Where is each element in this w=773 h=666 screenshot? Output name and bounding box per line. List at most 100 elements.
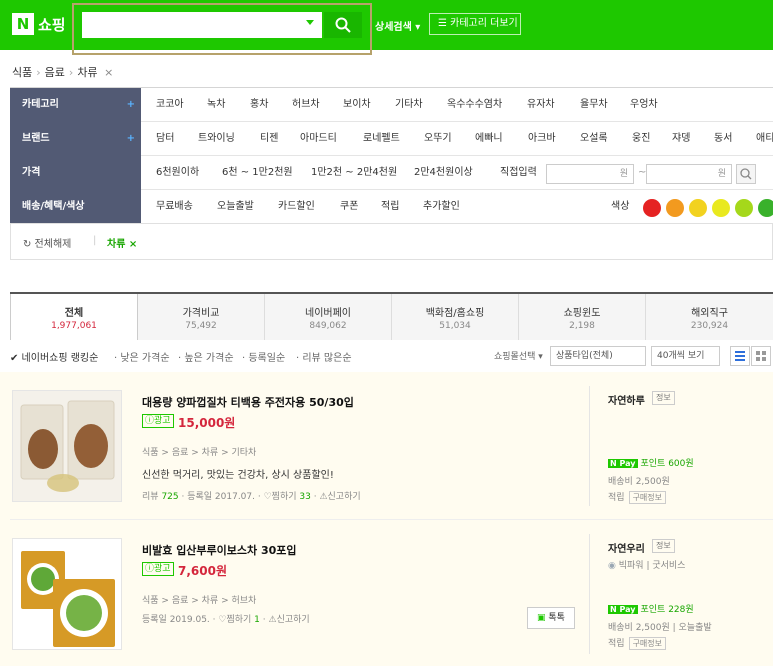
breadcrumb-item[interactable]: 차류	[77, 66, 97, 79]
filter-option[interactable]: 1만2천 ~ 2만4천원	[311, 156, 397, 190]
filter-option[interactable]: 동서	[714, 122, 732, 156]
sort-review[interactable]: · 리뷰 많은순	[296, 349, 352, 364]
filter-option[interactable]: 홍차	[250, 88, 268, 122]
report-icon[interactable]: ⚠	[319, 492, 327, 502]
expand-plus-icon[interactable]: +	[127, 122, 135, 156]
selected-filter-chip[interactable]: 차류 ×	[107, 235, 137, 250]
max-price-input[interactable]: 원	[646, 164, 732, 184]
review-count[interactable]: 725	[161, 492, 178, 502]
product-title[interactable]: 비발효 입산부루이보스차 30포입	[142, 542, 297, 558]
filter-option[interactable]: 오늘출발	[217, 190, 254, 224]
breadcrumb-item[interactable]: 식품	[12, 66, 32, 79]
talk-talk-button[interactable]: ▣ 톡톡	[527, 607, 575, 629]
ad-badge[interactable]: ⓘ광고	[142, 414, 174, 428]
breadcrumb-close-icon[interactable]: ×	[104, 66, 113, 79]
tab-overseas[interactable]: 해외직구 230,924	[646, 294, 773, 340]
sort-high-price[interactable]: · 높은 가격순	[178, 349, 234, 364]
shopping-logo-text[interactable]: 쇼핑	[38, 14, 66, 35]
product-image[interactable]	[12, 538, 122, 650]
tab-price-compare[interactable]: 가격비교 75,492	[138, 294, 265, 340]
price-search-button[interactable]	[736, 164, 756, 184]
color-swatch[interactable]	[689, 199, 707, 217]
product-price: 15,000원	[178, 416, 236, 430]
tab-shopping-window[interactable]: 쇼핑윈도 2,198	[519, 294, 646, 340]
filter-option[interactable]: 오뚜기	[424, 122, 452, 156]
mall-select[interactable]: 쇼핑몰선택 ▾	[494, 349, 543, 362]
filter-option[interactable]: 코코아	[156, 88, 184, 122]
filter-option[interactable]: 기타차	[395, 88, 423, 122]
product-type-select[interactable]: 상품타입(전체)	[550, 346, 646, 366]
filter-option[interactable]: 녹차	[207, 88, 225, 122]
filter-option[interactable]: 웅진	[632, 122, 650, 156]
mall-info-button[interactable]: 정보	[652, 539, 675, 553]
filter-option[interactable]: 아크바	[528, 122, 556, 156]
product-category-path[interactable]: 식품 > 음료 > 차류 > 기타차	[142, 445, 256, 458]
color-swatch[interactable]	[735, 199, 753, 217]
purchase-info-tag[interactable]: 구매정보	[628, 637, 667, 650]
filter-option[interactable]: 무료배송	[156, 190, 193, 224]
product-category-path[interactable]: 식품 > 음료 > 차류 > 허브차	[142, 593, 256, 606]
filter-option[interactable]: 카드할인	[278, 190, 315, 224]
color-swatch[interactable]	[643, 199, 661, 217]
report-icon[interactable]: ⚠	[269, 615, 277, 625]
min-price-input[interactable]: 원	[546, 164, 634, 184]
mall-info-button[interactable]: 정보	[652, 391, 675, 405]
expand-plus-icon[interactable]: +	[127, 88, 135, 122]
filter-option[interactable]: 담터	[156, 122, 174, 156]
filter-option[interactable]: 6천 ~ 1만2천원	[222, 156, 293, 190]
filter-option[interactable]: 율무차	[580, 88, 608, 122]
wish-label[interactable]: 찜하기	[272, 492, 297, 502]
filter-option[interactable]: 적립	[381, 190, 399, 224]
ad-badge[interactable]: ⓘ광고	[142, 562, 174, 576]
product-title[interactable]: 대용량 양파껍질차 티백용 주전자용 50/30입	[142, 394, 354, 410]
filter-option[interactable]: 쟈뎅	[672, 122, 690, 156]
sort-ranking[interactable]: ✔ 네이버쇼핑 랭킹순	[10, 349, 98, 364]
filter-option[interactable]: 옥수수수염차	[447, 88, 502, 122]
filter-option[interactable]: 애티	[756, 122, 773, 156]
filter-option[interactable]: 에빠니	[475, 122, 503, 156]
review-label[interactable]: 리뷰	[142, 492, 159, 502]
register-date: 등록일 2017.07.	[187, 492, 255, 502]
filter-option[interactable]: 추가할인	[423, 190, 460, 224]
filter-option[interactable]: 로네펠트	[363, 122, 400, 156]
filter-option[interactable]: 우엉차	[630, 88, 658, 122]
tab-naver-pay[interactable]: 네이버페이 849,062	[265, 294, 392, 340]
filter-option[interactable]: 트와이닝	[198, 122, 235, 156]
filter-option[interactable]: 오설록	[580, 122, 608, 156]
report-link[interactable]: 신고하기	[328, 492, 361, 502]
filter-option[interactable]: 유자차	[527, 88, 555, 122]
shipping-fee: 배송비 2,500원	[608, 477, 670, 487]
naver-logo-icon[interactable]: N	[12, 13, 34, 35]
color-swatch[interactable]	[758, 199, 773, 217]
filter-option[interactable]: 티젠	[260, 122, 278, 156]
color-swatch[interactable]	[712, 199, 730, 217]
grid-view-icon[interactable]	[751, 346, 771, 366]
mall-name[interactable]: 자연하루	[608, 392, 645, 407]
product-image[interactable]	[12, 390, 122, 502]
purchase-info-tag[interactable]: 구매정보	[628, 491, 667, 504]
sort-low-price[interactable]: · 낮은 가격순	[114, 349, 170, 364]
npay-point: N Pay 포인트 228원	[608, 602, 694, 615]
report-link[interactable]: 신고하기	[277, 615, 310, 625]
category-more-button[interactable]: ☰ 카테고리 더보기	[429, 13, 521, 35]
breadcrumb-item[interactable]: 음료	[45, 66, 65, 79]
sort-date[interactable]: · 등록일순	[242, 349, 285, 364]
wish-count: 33	[299, 492, 311, 502]
color-swatch[interactable]	[666, 199, 684, 217]
list-view-icon[interactable]	[730, 346, 750, 366]
tab-department-store[interactable]: 백화점/홈쇼핑 51,034	[392, 294, 519, 340]
point-text: 포인트 600원	[640, 459, 694, 469]
advanced-search-button[interactable]: 상세검색 ▾	[375, 18, 420, 33]
filter-option[interactable]: 6천원이하	[156, 156, 199, 190]
filter-option[interactable]: 보이차	[343, 88, 371, 122]
heart-icon[interactable]: ♡	[264, 492, 272, 502]
mall-name[interactable]: 자연우리	[608, 540, 645, 555]
view-count-select[interactable]: 40개씩 보기	[651, 346, 720, 366]
filter-option[interactable]: 쿠폰	[340, 190, 358, 224]
filter-option[interactable]: 2만4천원이상	[414, 156, 473, 190]
tab-all[interactable]: 전체 1,977,061	[10, 294, 138, 340]
filter-option[interactable]: 허브차	[292, 88, 320, 122]
reset-all-button[interactable]: ↻ 전체해제	[23, 235, 71, 250]
filter-option[interactable]: 아마드티	[300, 122, 337, 156]
wish-label[interactable]: 찜하기	[226, 615, 251, 625]
